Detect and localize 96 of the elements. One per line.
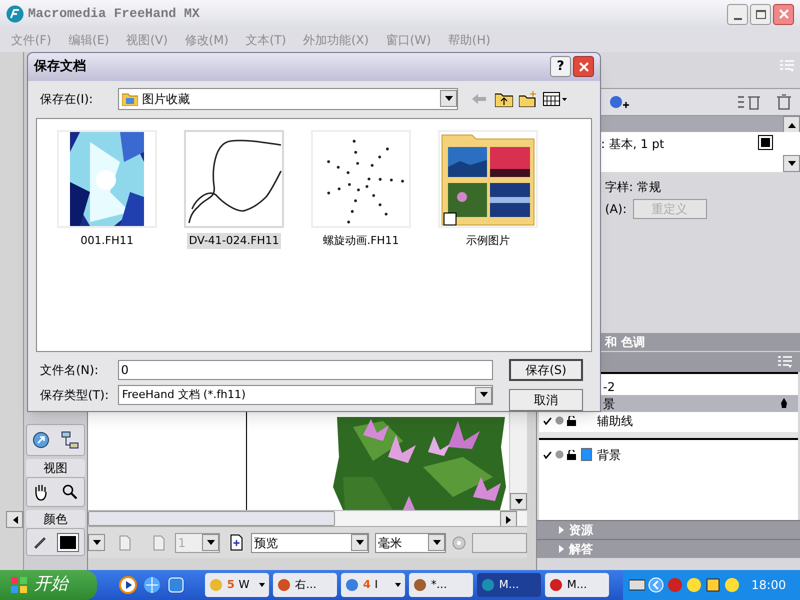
- close-icon: [578, 62, 588, 72]
- scroll-left-button[interactable]: [6, 511, 23, 528]
- keyboard-icon[interactable]: [629, 579, 646, 591]
- layer-row[interactable]: 辅助线: [539, 412, 798, 429]
- chevron-icon[interactable]: [648, 577, 664, 593]
- file-name: 螺旋动画.FH11: [322, 232, 400, 249]
- caret-icon: [788, 122, 796, 128]
- new-folder-icon[interactable]: [519, 90, 537, 107]
- view-mode-select[interactable]: 预览: [251, 532, 369, 552]
- arrow-circle-icon[interactable]: [32, 431, 50, 449]
- window-title: Macromedia FreeHand MX: [28, 5, 200, 24]
- clock: 18:00: [751, 577, 786, 594]
- globe-icon[interactable]: [143, 576, 161, 594]
- tray-app-icon[interactable]: [705, 577, 722, 593]
- layer-color-swatch[interactable]: [581, 448, 592, 461]
- app-icon: [549, 578, 563, 592]
- add-page-icon[interactable]: [230, 534, 243, 551]
- taskbar-button[interactable]: M...: [545, 573, 609, 597]
- caret-icon: [480, 392, 488, 398]
- dot-icon[interactable]: [555, 450, 564, 459]
- app-icon: [277, 578, 291, 592]
- scroll-up-button[interactable]: [783, 116, 800, 133]
- scroll-down-button[interactable]: [510, 493, 527, 510]
- start-button[interactable]: 开始: [0, 570, 97, 600]
- app-icon: [413, 578, 427, 592]
- hand-icon[interactable]: [33, 483, 50, 501]
- app-icon: [345, 578, 359, 592]
- close-button[interactable]: [773, 4, 794, 24]
- help-button[interactable]: ?: [550, 56, 571, 78]
- dialog-title: 保存文档: [34, 58, 86, 76]
- check-icon[interactable]: [543, 416, 553, 424]
- delete-icon[interactable]: [738, 94, 762, 110]
- search-icon[interactable]: [62, 484, 78, 500]
- app-icon: [209, 578, 223, 592]
- windows-logo-icon: [10, 576, 28, 594]
- file-name: 001.FH11: [79, 232, 135, 249]
- hierarchy-icon[interactable]: [60, 431, 79, 449]
- file-name-label: 文件名(N):: [39, 362, 100, 379]
- close-button[interactable]: [573, 56, 594, 78]
- add-layer-icon[interactable]: [609, 95, 629, 109]
- minimize-button[interactable]: [727, 4, 748, 24]
- scroll-thumb[interactable]: [88, 511, 335, 526]
- file-type-select[interactable]: FreeHand 文档 (*.fh11): [118, 385, 493, 405]
- pencil-icon[interactable]: [32, 535, 47, 549]
- lock-icon[interactable]: [567, 450, 576, 460]
- view-menu-icon[interactable]: [543, 92, 567, 106]
- section-label: 颜色: [26, 510, 85, 528]
- taskbar-button[interactable]: *...: [409, 573, 473, 597]
- folder-icon: [122, 92, 138, 106]
- horizontal-scrollbar[interactable]: [88, 510, 527, 526]
- style-label: 字样: 常规: [605, 179, 662, 196]
- caret-icon: [506, 516, 512, 524]
- section-label: 视图: [26, 459, 85, 477]
- media-player-icon[interactable]: [119, 576, 137, 594]
- caret-icon: [788, 160, 796, 166]
- units-select[interactable]: 毫米: [375, 532, 446, 552]
- cancel-button[interactable]: 取消: [509, 389, 583, 411]
- caret-icon: [432, 540, 440, 546]
- file-name: DV-41-024.FH11: [186, 232, 282, 250]
- file-type-label: 保存类型(T):: [39, 387, 110, 404]
- scroll-down-button[interactable]: [783, 155, 800, 172]
- expand-arrow-icon[interactable]: [559, 526, 564, 534]
- trash-icon[interactable]: [776, 94, 792, 110]
- app-icon: [481, 578, 495, 592]
- pen-icon: [780, 398, 788, 410]
- layer-row[interactable]: 背景: [539, 446, 798, 463]
- file-name: 示例图片: [465, 232, 511, 249]
- caret-icon: [356, 540, 364, 546]
- caret-icon: [92, 540, 100, 546]
- expand-arrow-icon[interactable]: [559, 545, 564, 553]
- close-icon: [778, 9, 788, 19]
- save-in-label: 保存在(I):: [39, 90, 94, 108]
- taskbar-button[interactable]: 5 W: [205, 573, 269, 597]
- taskbar-button[interactable]: 4 I: [341, 573, 405, 597]
- up-folder-icon[interactable]: [495, 90, 513, 107]
- app-icon: [6, 5, 24, 23]
- caret-icon: [514, 498, 522, 504]
- caret-icon: [206, 540, 214, 546]
- attribute-label: (A):: [605, 201, 627, 218]
- dropdown-arrow-icon: [259, 583, 265, 587]
- save-button[interactable]: 保存(S): [509, 359, 583, 381]
- caret-icon: [444, 96, 452, 102]
- file-name-field[interactable]: 0: [118, 360, 493, 380]
- dot-icon[interactable]: [555, 416, 564, 425]
- caret-icon: [12, 516, 18, 524]
- maximize-button[interactable]: [750, 4, 771, 24]
- stroke-color-swatch[interactable]: [58, 534, 78, 550]
- check-icon[interactable]: [543, 450, 553, 458]
- dropdown-arrow-icon: [395, 583, 401, 587]
- menu-icon[interactable]: [778, 356, 792, 368]
- lock-icon[interactable]: [567, 416, 576, 426]
- save-in-select[interactable]: 图片收藏: [118, 88, 458, 110]
- taskbar-button[interactable]: M...: [477, 573, 541, 597]
- color-swatch[interactable]: [759, 136, 772, 149]
- taskbar-button[interactable]: 右...: [273, 573, 337, 597]
- reel-icon[interactable]: [452, 536, 466, 550]
